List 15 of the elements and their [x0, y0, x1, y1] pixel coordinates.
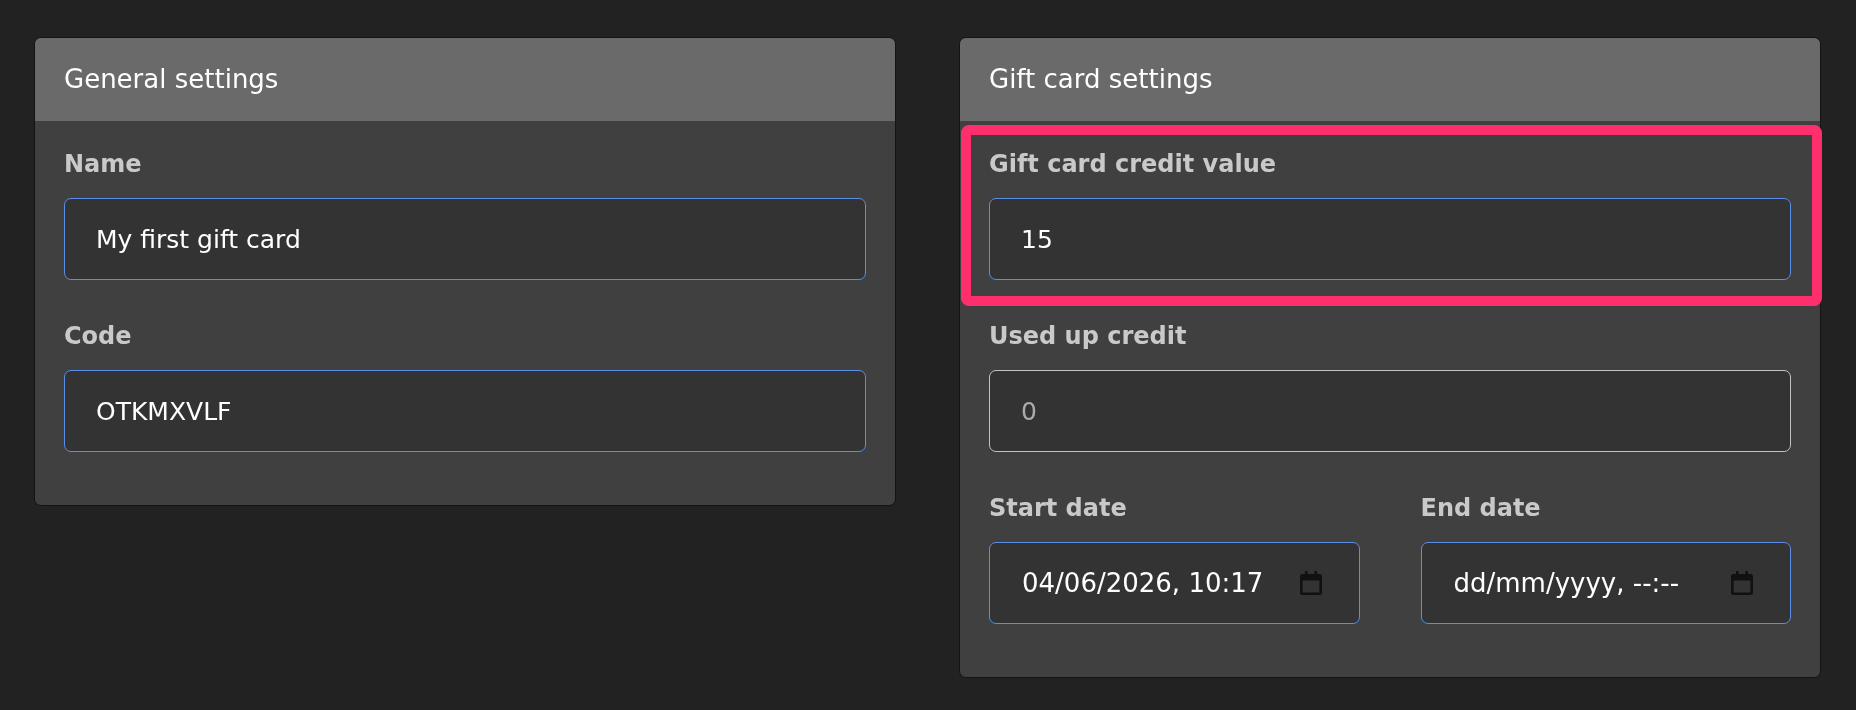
panel-title: Gift card settings — [989, 63, 1213, 96]
field-label: Name — [64, 149, 143, 179]
field-label: Start date — [989, 493, 1128, 523]
date-time-field[interactable]: 04/06/2026, 10:17 — [989, 542, 1360, 624]
panel-title: General settings — [64, 63, 279, 96]
text-field[interactable]: 15 — [989, 198, 1791, 280]
text-field[interactable]: OTKMXVLF — [64, 370, 866, 452]
text-field[interactable]: My first gift card — [64, 198, 866, 280]
field-label: Used up credit — [989, 321, 1188, 351]
date-time-field[interactable]: dd/mm/yyyy, --:-- — [1420, 542, 1791, 624]
field-label: End date — [1420, 493, 1542, 523]
calendar-icon[interactable] — [1731, 571, 1753, 595]
calendar-icon[interactable] — [1299, 571, 1322, 595]
field-label: Gift card credit value — [989, 149, 1277, 179]
field-label: Code — [64, 321, 133, 351]
